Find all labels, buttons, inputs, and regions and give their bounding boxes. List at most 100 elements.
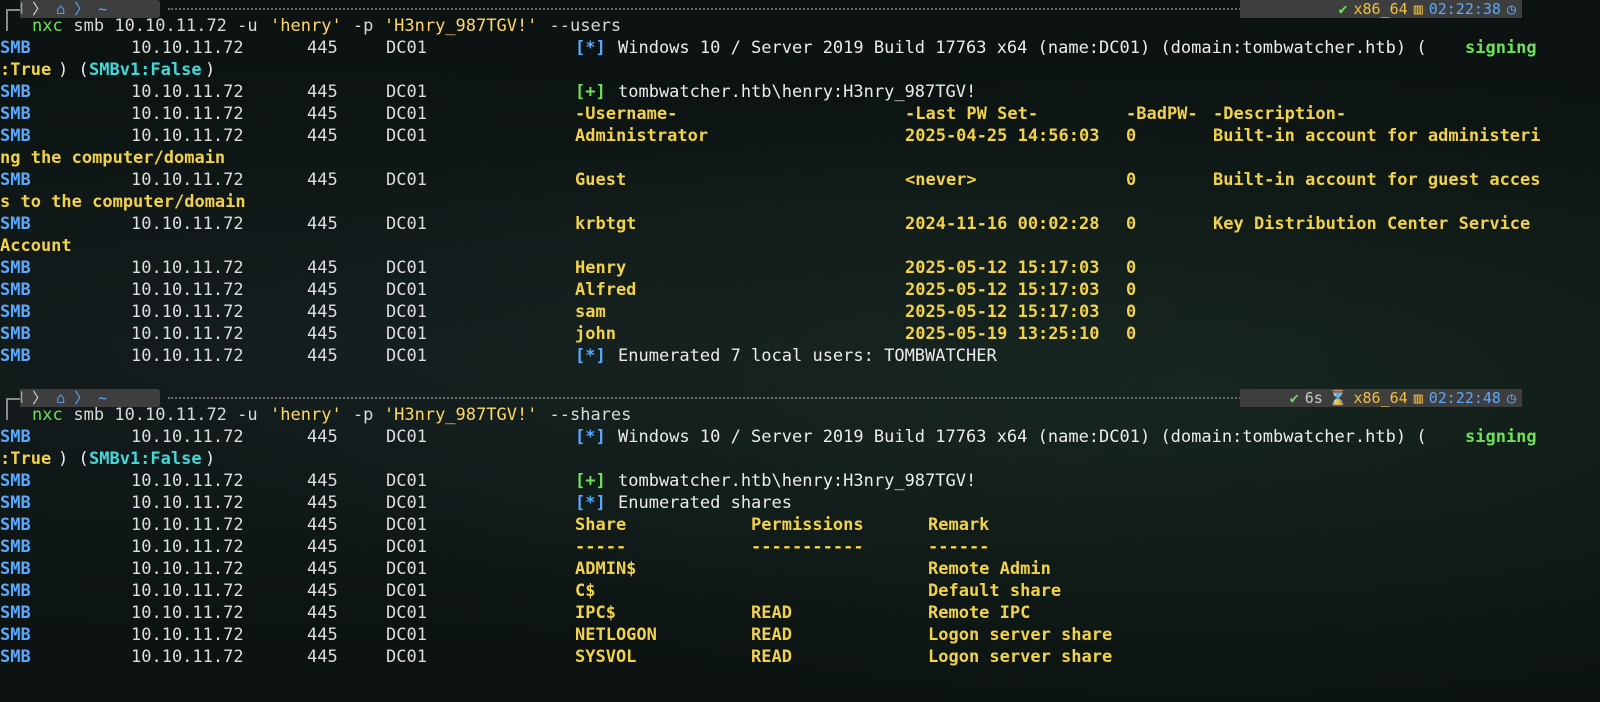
command-line-1: nxc smb 10.10.11.72 -u 'henry' -p 'H3nry_987… [0,15,1600,37]
paren-close: ) [205,449,216,469]
user-name: krbtgt [575,214,637,234]
user-badpw: 0 [1126,126,1137,146]
user-last-pw-set: 2024-11-16 00:02:28 [905,214,1100,234]
protocol-label: SMB [0,515,31,535]
host-name: DC01 [386,559,427,579]
users-col-header: -BadPW- [1126,104,1198,124]
host-port: 445 [307,427,338,447]
protocol-label: SMB [0,170,31,190]
paren: ) ( [58,449,89,469]
share-row: SMB 10.10.11.72 445 DC01 SYSVOL READ Logon ser… [0,646,1600,668]
enum-mark: [*] [575,493,606,513]
host-ip: 10.10.11.72 [131,603,244,623]
share-name: SYSVOL [575,647,637,667]
host-name: DC01 [386,537,427,557]
option-flag: --users [549,16,622,36]
host-port: 445 [307,170,338,190]
user-description-wrap: s to the computer/domain [0,191,1600,213]
share-name: C$ [575,581,596,601]
user-name: Alfred [575,280,637,300]
user-description: Built-in account for administeri [1213,126,1541,146]
users-col-header: -Username- [575,104,678,124]
info-text: Windows 10 / Server 2019 Build 17763 x64… [618,427,1427,447]
user-description: Key Distribution Center Service [1213,214,1531,234]
option-flag: --shares [549,405,632,425]
user-arg: 'henry' [270,16,342,36]
info-line-wrap: :True) (SMBv1:False) [0,448,1600,470]
host-name: DC01 [386,82,427,102]
host-port: 445 [307,324,338,344]
share-remark: Logon server share [928,625,1113,645]
share-row: SMB 10.10.11.72 445 DC01 ADMIN$ Remote Admin [0,558,1600,580]
protocol-label: SMB [0,559,31,579]
shares-col-divider: ----- [575,537,627,557]
protocol-label: SMB [0,38,31,58]
info-text: Windows 10 / Server 2019 Build 17763 x64… [618,38,1427,58]
share-name: NETLOGON [575,625,657,645]
host-ip: 10.10.11.72 [131,647,244,667]
host-ip: 10.10.11.72 [131,302,244,322]
signing-label: signing [1465,427,1537,447]
user-badpw: 0 [1126,302,1137,322]
user-row: SMB 10.10.11.72 445 DC01 Henry 2025-05-12 15:… [0,257,1600,279]
user-description: Built-in account for guest acces [1213,170,1541,190]
auth-text: tombwatcher.htb\henry:H3nry_987TGV! [618,471,977,491]
host-name: DC01 [386,170,427,190]
host-name: DC01 [386,346,427,366]
protocol-label: SMB [0,258,31,278]
host-name: DC01 [386,427,427,447]
share-remark: Default share [928,581,1062,601]
user-last-pw-set: 2025-05-12 15:17:03 [905,258,1100,278]
host-ip: 10.10.11.72 [131,625,244,645]
host-name: DC01 [386,493,427,513]
auth-mark: [+] [575,82,606,102]
protocol-label: SMB [0,581,31,601]
host-ip: 10.10.11.72 [131,471,244,491]
protocol-label: SMB [0,82,31,102]
auth-line: SMB 10.10.11.72 445 DC01 [+] tombwatcher.htb\… [0,470,1600,492]
user-description-cont: Account [0,236,72,256]
pass-arg: 'H3nry_987TGV!' [383,405,538,425]
protocol-label: SMB [0,280,31,300]
user-name: Guest [575,170,627,190]
host-ip: 10.10.11.72 [131,104,244,124]
user-description-cont: ng the computer/domain [0,148,226,168]
host-port: 445 [307,214,338,234]
protocol-label: SMB [0,104,31,124]
command-name: nxc [32,16,63,36]
user-name: john [575,324,616,344]
share-name: IPC$ [575,603,616,623]
user-row: SMB 10.10.11.72 445 DC01 john 2025-05-19 13:2… [0,323,1600,345]
protocol-label: SMB [0,647,31,667]
protocol-label: SMB [0,471,31,491]
host-name: DC01 [386,625,427,645]
share-remark: Remote IPC [928,603,1031,623]
host-ip: 10.10.11.72 [131,493,244,513]
user-row: SMB 10.10.11.72 445 DC01 Guest <never> 0 Built-… [0,169,1600,191]
host-port: 445 [307,104,338,124]
protocol-label: SMB [0,603,31,623]
host-port: 445 [307,258,338,278]
host-port: 445 [307,280,338,300]
command-line-2: nxc smb 10.10.11.72 -u 'henry' -p 'H3nry_987… [0,404,1600,426]
host-port: 445 [307,82,338,102]
user-name: sam [575,302,606,322]
smbv1-label: SMBv1:False [89,60,202,80]
pass-arg: 'H3nry_987TGV!' [383,16,538,36]
host-name: DC01 [386,302,427,322]
host-port: 445 [307,537,338,557]
protocol-label: SMB [0,346,31,366]
host-port: 445 [307,625,338,645]
protocol-label: SMB [0,625,31,645]
host-ip: 10.10.11.72 [131,258,244,278]
share-row: SMB 10.10.11.72 445 DC01 NETLOGON READ Logon s… [0,624,1600,646]
protocol-label: SMB [0,126,31,146]
shares-col-header: Remark [928,515,990,535]
user-badpw: 0 [1126,258,1137,278]
user-last-pw-set: 2025-05-19 13:25:10 [905,324,1100,344]
signing-value: :True [0,60,52,80]
signing-label: signing [1465,38,1537,58]
info-line-wrap: :True) (SMBv1:False) [0,59,1600,81]
user-badpw: 0 [1126,280,1137,300]
shares-col-divider: ----------- [751,537,864,557]
